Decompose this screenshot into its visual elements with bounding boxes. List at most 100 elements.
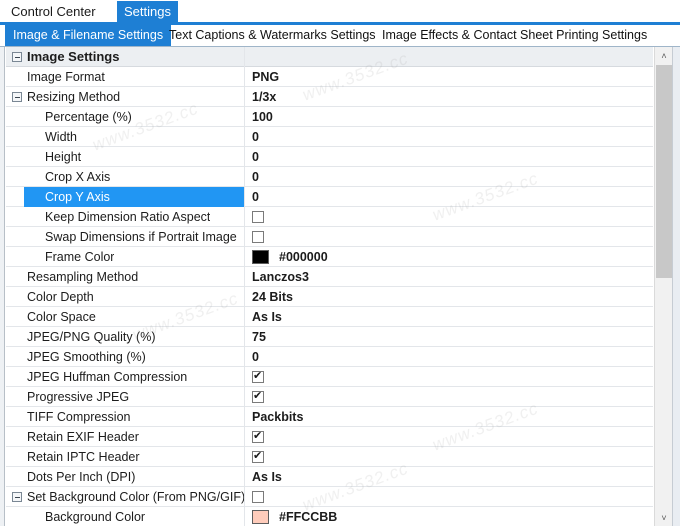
color-hex-value: #000000 — [279, 250, 328, 264]
property-value[interactable]: 0 — [252, 147, 259, 167]
property-row[interactable]: Image Format PNG — [6, 67, 653, 87]
property-label: JPEG Huffman Compression — [27, 370, 188, 384]
property-row[interactable]: Set Background Color (From PNG/GIF) — [6, 487, 653, 507]
sub-tab-text-captions-watermarks-settings[interactable]: Text Captions & Watermarks Settings — [161, 25, 384, 46]
collapse-minus-icon[interactable] — [12, 92, 22, 102]
checkbox-unchecked[interactable] — [252, 491, 264, 503]
column-divider — [244, 167, 245, 187]
property-value[interactable]: 0 — [252, 167, 259, 187]
column-divider — [244, 287, 245, 307]
sub-tab-bar: Image & Filename Settings Text Captions … — [0, 25, 680, 46]
column-divider — [244, 327, 245, 347]
property-value[interactable]: Packbits — [252, 407, 303, 427]
column-divider — [244, 107, 245, 127]
property-label: Keep Dimension Ratio Aspect — [45, 210, 211, 224]
property-label: Set Background Color (From PNG/GIF) — [27, 490, 246, 504]
property-row[interactable]: JPEG Smoothing (%) 0 — [6, 347, 653, 367]
vertical-scrollbar[interactable]: ˄ ˅ — [654, 47, 673, 526]
property-label: Background Color — [45, 510, 146, 524]
property-label: Retain EXIF Header — [27, 430, 139, 444]
checkbox-unchecked[interactable] — [252, 211, 264, 223]
column-divider — [244, 87, 245, 107]
property-row[interactable]: Retain EXIF Header — [6, 427, 653, 447]
property-row[interactable]: Retain IPTC Header — [6, 447, 653, 467]
checkbox-checked[interactable] — [252, 388, 264, 404]
property-value[interactable]: Lanczos3 — [252, 267, 309, 287]
property-value[interactable]: 0 — [252, 187, 259, 207]
property-row[interactable]: Resizing Method 1/3x — [6, 87, 653, 107]
property-label: Frame Color — [45, 250, 115, 264]
property-row[interactable]: Resampling Method Lanczos3 — [6, 267, 653, 287]
column-divider — [244, 507, 245, 526]
property-value[interactable]: PNG — [252, 67, 279, 87]
property-row[interactable]: Percentage (%) 100 — [6, 107, 653, 127]
property-value[interactable]: 75 — [252, 327, 266, 347]
column-divider — [244, 47, 245, 67]
checkbox-checked[interactable] — [252, 448, 264, 464]
column-divider — [244, 467, 245, 487]
column-divider — [244, 187, 245, 207]
column-divider — [244, 427, 245, 447]
property-value[interactable]: 1/3x — [252, 87, 276, 107]
property-label: JPEG Smoothing (%) — [27, 350, 146, 364]
property-label: JPEG/PNG Quality (%) — [27, 330, 156, 344]
property-row[interactable]: JPEG/PNG Quality (%) 75 — [6, 327, 653, 347]
property-label: Dots Per Inch (DPI) — [27, 470, 136, 484]
property-value[interactable]: As Is — [252, 467, 282, 487]
property-value[interactable]: 100 — [252, 107, 273, 127]
property-row[interactable]: JPEG Huffman Compression — [6, 367, 653, 387]
property-value[interactable]: 0 — [252, 347, 259, 367]
property-label: Image Format — [27, 70, 105, 84]
color-swatch[interactable] — [252, 250, 269, 264]
main-tab-settings[interactable]: Settings — [117, 1, 178, 22]
property-row[interactable]: Color Space As Is — [6, 307, 653, 327]
property-row[interactable]: Progressive JPEG — [6, 387, 653, 407]
checkbox-unchecked[interactable] — [252, 231, 264, 243]
property-label: Resampling Method — [27, 270, 139, 284]
collapse-minus-icon[interactable] — [12, 492, 22, 502]
property-row[interactable]: Image Settings — [6, 47, 653, 67]
column-divider — [244, 307, 245, 327]
property-row[interactable]: Swap Dimensions if Portrait Image — [6, 227, 653, 247]
column-divider — [244, 127, 245, 147]
scroll-up-icon[interactable]: ˄ — [655, 47, 673, 65]
property-value[interactable]: 24 Bits — [252, 287, 293, 307]
property-label: Color Depth — [27, 290, 94, 304]
property-row[interactable]: Width 0 — [6, 127, 653, 147]
property-row[interactable]: TIFF Compression Packbits — [6, 407, 653, 427]
property-grid-rows: Image Settings Image Format PNG Resizing Me… — [6, 47, 653, 526]
column-divider — [244, 407, 245, 427]
settings-window: Control Center Settings Image & Filename… — [0, 0, 680, 526]
property-row[interactable]: Frame Color #000000 — [6, 247, 653, 267]
collapse-minus-icon[interactable] — [12, 52, 22, 62]
checkbox-checked[interactable] — [252, 368, 264, 384]
property-row[interactable]: Height 0 — [6, 147, 653, 167]
scroll-down-icon[interactable]: ˅ — [655, 509, 673, 526]
property-label: Retain IPTC Header — [27, 450, 140, 464]
property-row[interactable]: Background Color #FFCCBB — [6, 507, 653, 526]
column-divider — [244, 147, 245, 167]
grid-right-edge — [672, 47, 680, 526]
property-label: Image Settings — [27, 49, 120, 64]
property-label: Swap Dimensions if Portrait Image — [45, 230, 237, 244]
main-tab-control-center[interactable]: Control Center — [4, 1, 103, 22]
property-row[interactable]: Keep Dimension Ratio Aspect — [6, 207, 653, 227]
column-divider — [244, 447, 245, 467]
property-label: Color Space — [27, 310, 96, 324]
property-label: Width — [45, 130, 77, 144]
property-value[interactable]: 0 — [252, 127, 259, 147]
property-row[interactable]: Crop X Axis 0 — [6, 167, 653, 187]
property-label: TIFF Compression — [27, 410, 131, 424]
property-label: Height — [45, 150, 82, 164]
scrollbar-thumb[interactable] — [656, 65, 672, 278]
column-divider — [244, 207, 245, 227]
color-swatch[interactable] — [252, 510, 269, 524]
property-value[interactable]: As Is — [252, 307, 282, 327]
property-row[interactable]: Crop Y Axis 0 — [6, 187, 653, 207]
property-row[interactable]: Dots Per Inch (DPI) As Is — [6, 467, 653, 487]
sub-tab-image-filename-settings[interactable]: Image & Filename Settings — [5, 25, 172, 46]
property-row[interactable]: Color Depth 24 Bits — [6, 287, 653, 307]
checkbox-checked[interactable] — [252, 428, 264, 444]
sub-tab-image-effects-contact-sheet-printing-settings[interactable]: Image Effects & Contact Sheet Printing S… — [374, 25, 655, 46]
column-divider — [244, 387, 245, 407]
